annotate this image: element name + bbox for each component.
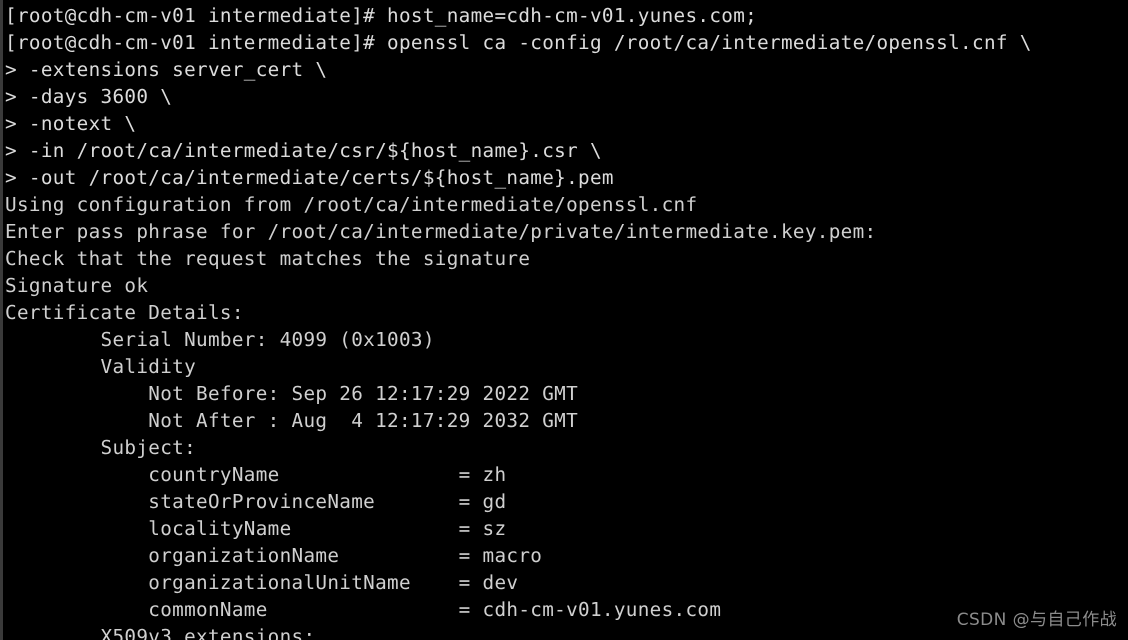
terminal-line-output: localityName = sz bbox=[5, 517, 507, 540]
terminal-line-output: organizationName = macro bbox=[5, 544, 543, 567]
terminal-line-continuation: > -out /root/ca/intermediate/certs/${hos… bbox=[5, 166, 614, 189]
terminal-line-output: Check that the request matches the signa… bbox=[5, 247, 531, 270]
terminal-line-output: Not Before: Sep 26 12:17:29 2022 GMT bbox=[5, 382, 579, 405]
terminal-line-output: countryName = zh bbox=[5, 463, 507, 486]
terminal-window[interactable]: [root@cdh-cm-v01 intermediate]# host_nam… bbox=[0, 0, 1128, 640]
terminal-line-output: Signature ok bbox=[5, 274, 149, 297]
terminal-line-output: Using configuration from /root/ca/interm… bbox=[5, 193, 698, 216]
terminal-output-area[interactable]: [root@cdh-cm-v01 intermediate]# host_nam… bbox=[0, 0, 1128, 640]
terminal-line-output: X509v3 extensions: bbox=[5, 625, 316, 640]
terminal-line-continuation: > -extensions server_cert \ bbox=[5, 58, 328, 81]
terminal-line-prompt: [root@cdh-cm-v01 intermediate]# host_nam… bbox=[5, 4, 758, 27]
window-left-edge bbox=[0, 0, 3, 640]
terminal-line-output: organizationalUnitName = dev bbox=[5, 571, 519, 594]
terminal-line-output: Validity bbox=[5, 355, 197, 378]
terminal-line-output: Serial Number: 4099 (0x1003) bbox=[5, 328, 435, 351]
terminal-line-output: Subject: bbox=[5, 436, 197, 459]
terminal-line-prompt: [root@cdh-cm-v01 intermediate]# openssl … bbox=[5, 31, 1032, 54]
terminal-line-output: Enter pass phrase for /root/ca/intermedi… bbox=[5, 220, 877, 243]
terminal-line-output: Certificate Details: bbox=[5, 301, 244, 324]
terminal-line-output: commonName = cdh-cm-v01.yunes.com bbox=[5, 598, 722, 621]
terminal-line-output: stateOrProvinceName = gd bbox=[5, 490, 507, 513]
terminal-line-continuation: > -in /root/ca/intermediate/csr/${host_n… bbox=[5, 139, 602, 162]
terminal-line-continuation: > -notext \ bbox=[5, 112, 137, 135]
terminal-line-continuation: > -days 3600 \ bbox=[5, 85, 173, 108]
terminal-line-output: Not After : Aug 4 12:17:29 2032 GMT bbox=[5, 409, 579, 432]
